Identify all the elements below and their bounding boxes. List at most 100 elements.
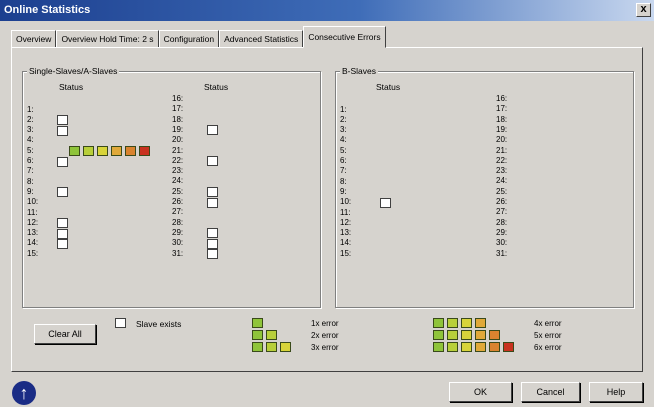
slave-number: 3: xyxy=(340,125,347,135)
legend-error-label: 1x error xyxy=(311,319,339,328)
error-square xyxy=(139,146,150,157)
info-icon: ↑ xyxy=(12,381,36,405)
single-slaves-group: Single-Slaves/A-Slaves Status Status 1: 2… xyxy=(22,66,321,308)
legend-error-square xyxy=(461,318,472,328)
slave-number: 27: xyxy=(172,207,184,217)
slave-number: 31: xyxy=(172,248,184,258)
slave-number: 11: xyxy=(340,207,351,217)
legend-error-square xyxy=(433,330,444,340)
legend-error-square xyxy=(475,318,486,328)
slave-number: 11: xyxy=(27,207,38,217)
tab-overview[interactable]: Overview xyxy=(11,30,57,48)
legend-error-square xyxy=(433,342,444,352)
slave-number: 10: xyxy=(27,197,39,207)
legend-error-square xyxy=(489,342,500,352)
slave-number: 8: xyxy=(340,176,347,186)
legend-error-square xyxy=(503,342,514,352)
legend-error-square xyxy=(266,330,277,340)
slave-number: 15: xyxy=(27,248,39,258)
slave-number: 21: xyxy=(496,145,508,155)
error-square xyxy=(83,146,94,157)
status-header: Status xyxy=(59,82,84,92)
status-header: Status xyxy=(376,82,401,92)
legend-error-square xyxy=(433,318,444,328)
slave-number: 29: xyxy=(496,227,508,237)
slave-number: 13: xyxy=(27,228,39,238)
ok-button[interactable]: OK xyxy=(449,382,512,402)
slave-number: 19: xyxy=(172,124,184,134)
legend-error-square xyxy=(489,330,500,340)
legend-error-square xyxy=(461,342,472,352)
slave-number: 13: xyxy=(340,228,352,238)
tab-consecutive-errors[interactable]: Consecutive Errors xyxy=(303,26,386,48)
slave-number: 7: xyxy=(340,166,347,176)
slave-exists-indicator xyxy=(57,228,68,239)
legend-error-label: 2x error xyxy=(311,331,339,340)
legend-error-square xyxy=(252,330,263,340)
slave-number: 24: xyxy=(172,176,184,186)
close-icon[interactable]: x xyxy=(636,3,651,17)
legend-error-square xyxy=(447,318,458,328)
slave-number: 20: xyxy=(496,135,508,145)
status-header: Status xyxy=(204,82,229,92)
slave-exists-indicator xyxy=(57,238,68,249)
slave-exists-indicator xyxy=(207,197,218,208)
error-square xyxy=(69,146,80,157)
slave-exists-indicator xyxy=(207,156,218,167)
slave-number: 12: xyxy=(27,217,39,227)
slave-exists-indicator xyxy=(57,156,68,167)
tab-configuration[interactable]: Configuration xyxy=(158,30,220,48)
slave-exists-indicator xyxy=(207,238,218,249)
legend-error-label: 5x error xyxy=(534,331,562,340)
window-title: Online Statistics xyxy=(4,4,91,16)
tab-bar: Overview Overview Hold Time: 2 s Configura… xyxy=(11,26,386,48)
slave-exists-indicator xyxy=(207,228,218,239)
slave-number: 23: xyxy=(496,166,508,176)
legend-error-square xyxy=(252,342,263,352)
clear-all-button[interactable]: Clear All xyxy=(34,324,96,344)
help-button[interactable]: Help xyxy=(589,382,643,402)
slave-number: 6: xyxy=(27,156,34,165)
cancel-button[interactable]: Cancel xyxy=(521,382,580,402)
slave-number: 4: xyxy=(340,135,347,145)
legend-error-square xyxy=(461,330,472,340)
slave-exists-indicator xyxy=(57,218,68,229)
error-square xyxy=(125,146,136,157)
error-square xyxy=(97,146,108,157)
slave-exists-label: Slave exists xyxy=(136,319,182,329)
slave-number: 3: xyxy=(27,125,34,135)
slave-number: 6: xyxy=(340,156,347,165)
title-bar: Online Statistics x xyxy=(0,0,654,21)
legend-error-square xyxy=(475,330,486,340)
slave-number: 1: xyxy=(340,104,347,114)
tab-advanced-statistics[interactable]: Advanced Statistics xyxy=(219,30,304,48)
slave-number: 2: xyxy=(340,114,347,124)
slave-number: 14: xyxy=(340,238,352,248)
slave-exists-indicator xyxy=(57,125,68,136)
legend-error-label: 3x error xyxy=(311,343,339,352)
slave-number: 1: xyxy=(27,104,34,114)
slave-number: 17: xyxy=(496,104,508,114)
slave-number: 25: xyxy=(172,186,184,196)
legend-error-square xyxy=(280,342,291,352)
error-square xyxy=(111,146,122,157)
slave-exists-indicator xyxy=(207,249,218,259)
slave-number: 16: xyxy=(172,94,184,103)
slave-number: 22: xyxy=(496,155,508,165)
slave-number: 16: xyxy=(496,94,508,103)
slave-number: 21: xyxy=(172,145,184,155)
legend-error-square xyxy=(252,318,263,328)
slave-exists-indicator xyxy=(207,125,218,136)
slave-number: 10: xyxy=(340,197,352,207)
slave-number: 20: xyxy=(172,135,184,145)
legend-error-square xyxy=(447,330,458,340)
legend-error-label: 4x error xyxy=(534,319,562,328)
slave-number: 29: xyxy=(172,227,184,237)
tab-overview-hold-time-2-s[interactable]: Overview Hold Time: 2 s xyxy=(56,30,159,48)
slave-exists-indicator xyxy=(207,187,218,198)
slave-number: 18: xyxy=(496,114,508,124)
slave-number: 28: xyxy=(172,217,184,227)
slave-number: 8: xyxy=(27,176,34,186)
legend-error-square xyxy=(266,342,277,352)
group-title-single-slaves: Single-Slaves/A-Slaves xyxy=(27,66,120,76)
